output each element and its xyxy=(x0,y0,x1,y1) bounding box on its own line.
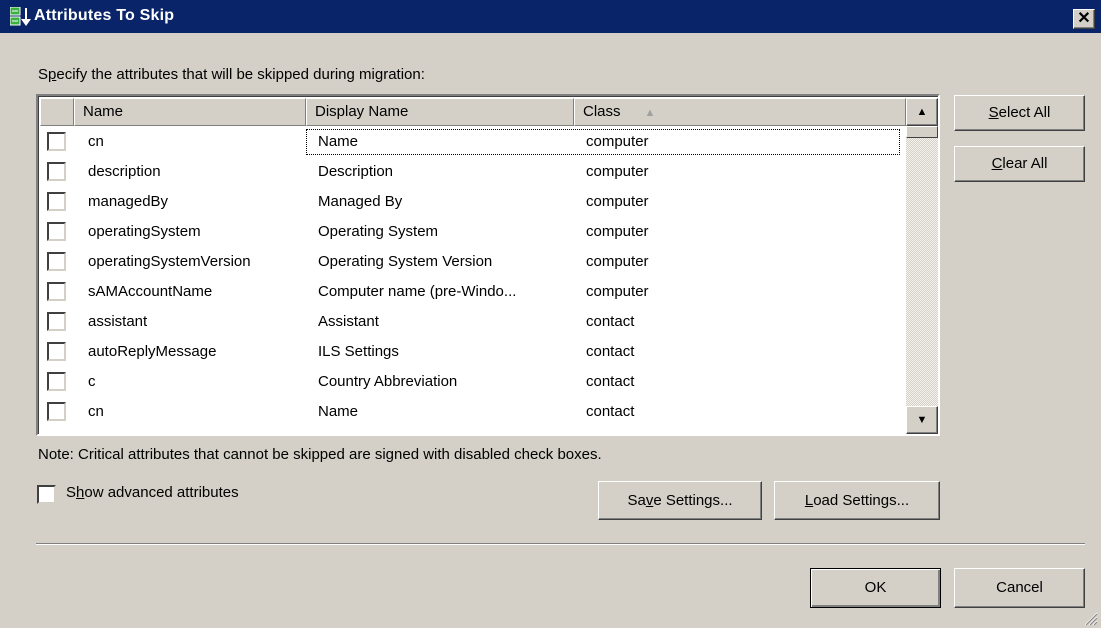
attribute-name: assistant xyxy=(88,313,148,330)
row-checkbox[interactable] xyxy=(47,222,66,241)
load-settings-button[interactable]: Load Settings... xyxy=(774,481,940,520)
row-checkbox[interactable] xyxy=(47,282,66,301)
attribute-display-name: Operating System Version xyxy=(318,253,493,270)
resize-grip-icon[interactable] xyxy=(1082,610,1098,626)
arrow-down-icon: ▼ xyxy=(916,414,928,426)
show-advanced-checkbox[interactable] xyxy=(37,485,56,504)
sort-attributes-icon xyxy=(10,7,31,26)
show-advanced-label[interactable]: Show advanced attributes xyxy=(66,484,239,501)
attribute-display-name: Country Abbreviation xyxy=(318,373,458,390)
attribute-class: contact xyxy=(586,373,635,390)
attribute-class: computer xyxy=(586,253,649,270)
list-rows: cn Name computer description Description… xyxy=(40,128,906,428)
table-row[interactable]: operatingSystem Operating System compute… xyxy=(40,218,906,248)
scroll-up-button[interactable]: ▲ xyxy=(906,98,938,126)
attribute-name: sAMAccountName xyxy=(88,283,213,300)
cancel-button[interactable]: Cancel xyxy=(954,568,1085,608)
sort-ascending-icon: ▲ xyxy=(644,107,656,119)
close-icon: ✕ xyxy=(1077,10,1091,27)
list-header: Name Display Name Class ▲ xyxy=(40,98,906,126)
table-row[interactable]: managedBy Managed By computer xyxy=(40,188,906,218)
attribute-name: managedBy xyxy=(88,193,169,210)
attribute-display-name: ILS Settings xyxy=(318,343,399,360)
row-checkbox[interactable] xyxy=(47,162,66,181)
attribute-class: computer xyxy=(586,283,649,300)
attribute-class: computer xyxy=(586,193,649,210)
attribute-name: autoReplyMessage xyxy=(88,343,217,360)
attribute-name: c xyxy=(88,373,96,390)
row-checkbox[interactable] xyxy=(47,192,66,211)
scroll-down-button[interactable]: ▼ xyxy=(906,406,938,434)
table-row[interactable]: cn Name computer xyxy=(40,128,906,158)
attribute-name: cn xyxy=(88,403,104,420)
row-checkbox[interactable] xyxy=(47,342,66,361)
attribute-display-name: Computer name (pre-Windo... xyxy=(318,283,517,300)
attribute-class: computer xyxy=(586,133,649,150)
attribute-class: computer xyxy=(586,163,649,180)
attribute-display-name: Name xyxy=(318,403,359,420)
header-display-name[interactable]: Display Name xyxy=(306,98,574,126)
attribute-name: operatingSystem xyxy=(88,223,201,240)
table-row[interactable]: assistant Assistant contact xyxy=(40,308,906,338)
header-checkbox-column[interactable] xyxy=(40,98,74,126)
header-class[interactable]: Class ▲ xyxy=(574,98,906,126)
row-checkbox[interactable] xyxy=(47,372,66,391)
table-row[interactable]: operatingSystemVersion Operating System … xyxy=(40,248,906,278)
attribute-class: contact xyxy=(586,403,635,420)
attribute-name: operatingSystemVersion xyxy=(88,253,251,270)
attribute-name: description xyxy=(88,163,161,180)
title-bar: Attributes To Skip ✕ xyxy=(0,0,1101,33)
row-checkbox[interactable] xyxy=(47,252,66,271)
row-checkbox[interactable] xyxy=(47,132,66,151)
select-all-button[interactable]: Select All xyxy=(954,95,1085,131)
note-text: Note: Critical attributes that cannot be… xyxy=(38,446,602,463)
attribute-display-name: Description xyxy=(318,163,394,180)
attribute-display-name: Assistant xyxy=(318,313,379,330)
scroll-thumb[interactable] xyxy=(906,126,938,138)
row-checkbox[interactable] xyxy=(47,312,66,331)
table-row[interactable]: cn Name contact xyxy=(40,398,906,428)
separator xyxy=(36,543,1085,545)
attribute-name: cn xyxy=(88,133,104,150)
instruction-label: Specify the attributes that will be skip… xyxy=(38,66,425,83)
table-row[interactable]: autoReplyMessage ILS Settings contact xyxy=(40,338,906,368)
ok-button[interactable]: OK xyxy=(810,568,941,608)
attribute-display-name: Managed By xyxy=(318,193,403,210)
clear-all-button[interactable]: Clear All xyxy=(954,146,1085,182)
attribute-display-name: Operating System xyxy=(318,223,439,240)
attributes-list[interactable]: Name Display Name Class ▲ cn Name compute… xyxy=(36,94,940,436)
attribute-class: contact xyxy=(586,313,635,330)
save-settings-button[interactable]: Save Settings... xyxy=(598,481,762,520)
attribute-class: contact xyxy=(586,343,635,360)
table-row[interactable]: sAMAccountName Computer name (pre-Windo.… xyxy=(40,278,906,308)
attribute-class: computer xyxy=(586,223,649,240)
window-title: Attributes To Skip xyxy=(34,7,175,24)
arrow-up-icon: ▲ xyxy=(916,106,928,118)
attribute-display-name: Name xyxy=(318,133,359,150)
table-row[interactable]: c Country Abbreviation contact xyxy=(40,368,906,398)
vertical-scrollbar[interactable]: ▲ ▼ xyxy=(906,98,938,434)
row-checkbox[interactable] xyxy=(47,402,66,421)
table-row[interactable]: description Description computer xyxy=(40,158,906,188)
close-button[interactable]: ✕ xyxy=(1073,9,1095,29)
header-name[interactable]: Name xyxy=(74,98,306,126)
